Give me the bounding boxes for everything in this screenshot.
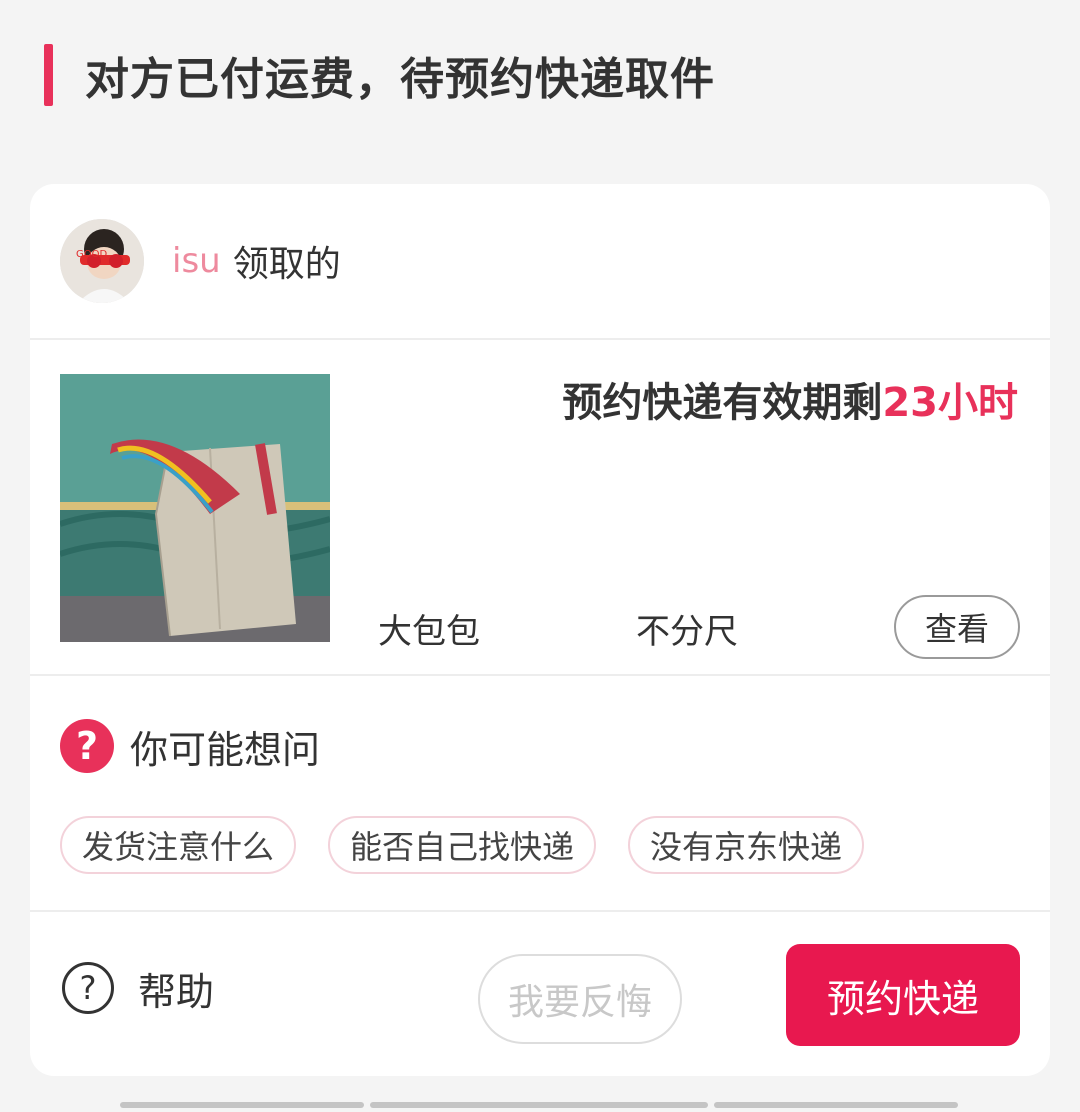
user-row: GOOD isu 领取的: [30, 184, 1050, 340]
avatar[interactable]: GOOD: [60, 219, 144, 303]
validity-text: 预约快递有效期剩23小时: [562, 370, 1018, 428]
scroll-indicator-segment: [120, 1102, 364, 1108]
item-size: 不分尺: [636, 612, 738, 652]
action-bar: ? 帮助 我要反悔 预约快递: [30, 914, 1050, 1076]
username[interactable]: isu: [172, 241, 221, 281]
avatar-text: GOOD: [76, 249, 107, 260]
order-card: GOOD isu 领取的 预约快递有效期剩23小时 大包包 不分尺 查看 ? 你…: [30, 184, 1050, 1076]
question-icon: ?: [60, 719, 114, 773]
item-name: 大包包: [378, 612, 480, 652]
item-image[interactable]: [60, 374, 330, 642]
faq-chip-shipping-notes[interactable]: 发货注意什么: [60, 816, 297, 874]
book-courier-button[interactable]: 预约快递: [786, 944, 1020, 1046]
scroll-indicator-segment: [714, 1102, 958, 1108]
faq-section: ? 你可能想问 发货注意什么 能否自己找快递 没有京东快递: [30, 678, 1050, 912]
received-label: 领取的: [232, 244, 341, 285]
status-header: 对方已付运费，待预约快递取件: [44, 44, 715, 106]
faq-chip-no-jd-express[interactable]: 没有京东快递: [628, 816, 865, 874]
help-button[interactable]: ? 帮助: [62, 960, 214, 1016]
regret-button[interactable]: 我要反悔: [478, 954, 682, 1044]
validity-prefix: 预约快递有效期剩: [562, 380, 883, 426]
help-label: 帮助: [138, 969, 215, 1014]
faq-title: ? 你可能想问: [60, 718, 320, 774]
faq-title-label: 你可能想问: [130, 727, 321, 772]
help-icon: ?: [62, 962, 114, 1014]
item-row: 预约快递有效期剩23小时 大包包 不分尺 查看: [30, 342, 1050, 676]
faq-chip-own-courier[interactable]: 能否自己找快递: [328, 816, 597, 874]
page-title: 对方已付运费，待预约快递取件: [85, 54, 715, 105]
scroll-indicator: [120, 1102, 964, 1108]
faq-chips: 发货注意什么 能否自己找快递 没有京东快递: [60, 816, 896, 874]
scroll-indicator-segment: [370, 1102, 708, 1108]
view-button[interactable]: 查看: [894, 595, 1020, 659]
validity-remaining: 23小时: [882, 380, 1018, 426]
accent-bar: [44, 44, 53, 106]
